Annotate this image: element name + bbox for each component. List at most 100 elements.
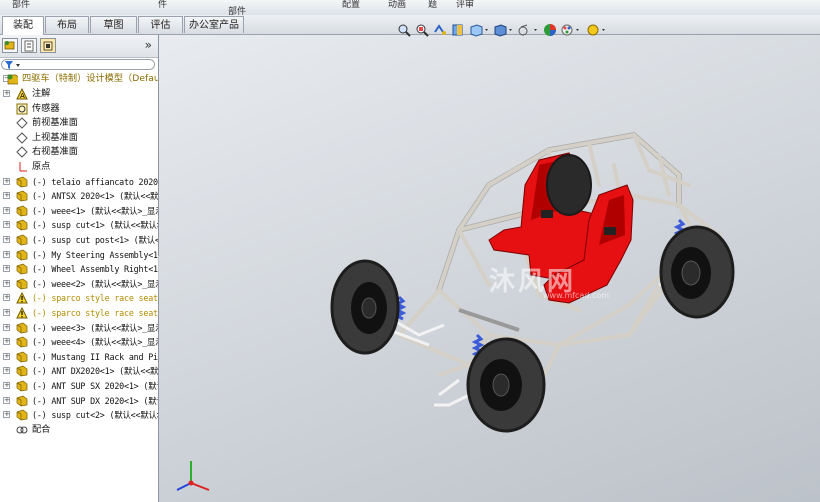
tree-item[interactable]: + A 注解 [0,87,158,101]
tree-item-label: (-) weee<1> (默认<<默认>_显示状态 1>) [32,205,158,216]
subassembly-icon [16,176,28,188]
tree-item-label: (-) ANT SUP DX 2020<1> (默认<<默认>_显示状态 1>) [32,395,158,406]
ribbon-label[interactable]: 题 [428,0,437,10]
tree-item-label: 上视基准面 [32,131,78,143]
sensor-icon [16,103,28,115]
tree-item[interactable]: + (-) sparco style race seat<2> [0,306,158,320]
annotation-icon: A [16,87,28,100]
expand-icon[interactable]: + [3,206,10,214]
tab-office-products[interactable]: 办公室产品 [184,16,244,33]
expand-icon[interactable]: + [3,236,10,243]
tree-item[interactable]: + (-) Wheel Assembly Right<1> [0,262,158,276]
tree-item[interactable]: 右视基准面 [0,145,158,159]
tree-item-label: (-) ANT SUP SX 2020<1> (默认<<默认>_显示状态 1>) [32,381,158,391]
tab-sketch[interactable]: 草图 [90,16,137,33]
expand-icon[interactable]: + [3,323,10,331]
expand-icon[interactable]: + [3,250,10,258]
tree-root-item[interactable]: − 四驱车（特制）设计模型（Default<Display State-1>） [0,72,158,86]
subassembly-icon [16,395,28,407]
subassembly-icon [16,365,28,377]
expand-panel-icon[interactable]: » [145,38,152,52]
steering-column [458,308,520,332]
property-manager-tab-icon[interactable] [21,38,37,53]
tree-item[interactable]: 前视基准面 [0,116,158,130]
graphics-area[interactable]: 沐风网 www.mfcad.com [159,24,820,502]
tree-item[interactable]: 上视基准面 [0,131,158,145]
subassembly-icon [16,336,28,348]
expand-icon[interactable]: + [3,279,10,287]
feature-tree-tab-icon[interactable] [2,38,18,53]
expand-icon[interactable]: + [3,352,10,360]
tree-item[interactable]: + (-) Mustang II Rack and Pinion<1> [0,350,158,364]
wheel-front-right [466,337,546,433]
tree-item-label: (-) susp cut post<1> (默认<<默认>_显示状态 1>) [32,235,158,245]
ribbon-label[interactable]: 动画 [388,0,406,10]
mates-icon [16,424,28,436]
ribbon-label[interactable]: 部件 [12,0,30,10]
filter-icon[interactable] [4,60,22,70]
tree-item[interactable]: 传感器 [0,102,158,116]
feature-manager-panel: » − 四驱车（特制）设计模型（Default<Display State-1>… [0,35,159,502]
configuration-manager-tab-icon[interactable] [40,38,56,53]
expand-icon[interactable]: + [3,309,10,316]
tab-layout[interactable]: 布局 [45,16,89,33]
tree-root-label: 四驱车（特制）设计模型（Default<Display State-1>） [22,73,158,84]
tree-item-label: 传感器 [32,102,60,114]
panel-toolbar: » [0,35,158,58]
ribbon-label[interactable]: 配置 [342,0,360,10]
tree-item[interactable]: + (-) ANT DX2020<1> (默认<<默认>_显示状态 1>) [0,364,158,378]
tree-item[interactable]: 配合 [0,423,158,437]
tree-item[interactable]: + (-) ANT SUP DX 2020<1> (默认<<默认>_显示状态 1>… [0,394,158,408]
tree-item-label: (-) Mustang II Rack and Pinion<1> [32,351,158,362]
tree-item-label: (-) Wheel Assembly Right<1> [32,264,158,275]
subassembly-icon [16,380,28,392]
expand-icon[interactable]: + [3,221,10,229]
expand-icon[interactable]: + [3,265,10,273]
plane-icon [16,132,28,144]
expand-icon[interactable]: + [3,367,10,375]
tree-item[interactable]: + (-) susp cut<2> (默认<<默认>_显示状态 1>) [0,408,158,422]
watermark-url: www.mfcad.com [543,291,610,300]
tab-assembly[interactable]: 装配体 [2,16,44,48]
tree-item[interactable]: + (-) weee<4> (默认<<默认>_显示状态 1>) [0,335,158,349]
origin-icon [16,161,28,173]
tree-item[interactable]: + (-) ANT SUP SX 2020<1> (默认<<默认>_显示状态 1>… [0,379,158,393]
expand-icon[interactable]: + [3,382,10,389]
tree-item-label: (-) ANT DX2020<1> (默认<<默认>_显示状态 1>) [32,366,158,377]
ribbon-label[interactable]: 件 [158,0,167,10]
tree-item[interactable]: + (-) susp cut<1> (默认<<默认>_显示状态 1>) [0,218,158,232]
expand-icon[interactable]: + [3,90,10,97]
expand-icon[interactable]: + [3,338,10,346]
expand-icon[interactable]: + [3,396,10,404]
expand-icon[interactable]: + [3,192,10,200]
tab-evaluate[interactable]: 评估 [138,16,183,33]
tree-item[interactable]: + (-) sparco style race seat<1> [0,291,158,305]
tree-item[interactable]: + (-) telaio affiancato 2020<1> [0,175,158,189]
subassembly-icon [16,249,28,261]
tree-item[interactable]: + (-) weee<2> (默认<<默认>_显示状态 1>) [0,277,158,291]
tree-item[interactable]: + (-) ANTSX 2020<1> (默认<<默认>_显示状态 1>) [0,189,158,203]
plane-icon [16,146,28,159]
tree-item-label: 原点 [32,161,51,172]
assembly-icon [7,74,18,85]
wheel-rear-right [659,225,735,319]
tree-item[interactable]: + (-) weee<1> (默认<<默认>_显示状态 1>) [0,204,158,218]
tree-item-label: (-) weee<3> (默认<<默认>_显示状态 1>) [32,322,158,333]
tree-item[interactable]: 原点 [0,160,158,174]
expand-icon[interactable]: + [3,294,10,302]
tree-item[interactable]: + (-) weee<3> (默认<<默认>_显示状态 1>) [0,321,158,335]
tree-item[interactable]: + (-) My Steering Assembly<1> [0,248,158,262]
subassembly-icon [16,234,28,246]
subassembly-icon [16,351,28,363]
tree-item-label: 注解 [32,88,51,99]
watermark: 沐风网 www.mfcad.com [489,261,609,300]
subassembly-icon [16,205,28,217]
ribbon-label[interactable]: 评审 [456,0,474,10]
tree-item-label: (-) sparco style race seat<1> [32,293,158,304]
wheel-front-left [330,259,400,355]
expand-icon[interactable]: + [3,411,10,419]
expand-icon[interactable]: + [3,177,10,185]
filter-bar [0,58,158,71]
filter-input[interactable] [1,59,155,70]
tree-item[interactable]: + (-) susp cut post<1> (默认<<默认>_显示状态 1>) [0,233,158,247]
